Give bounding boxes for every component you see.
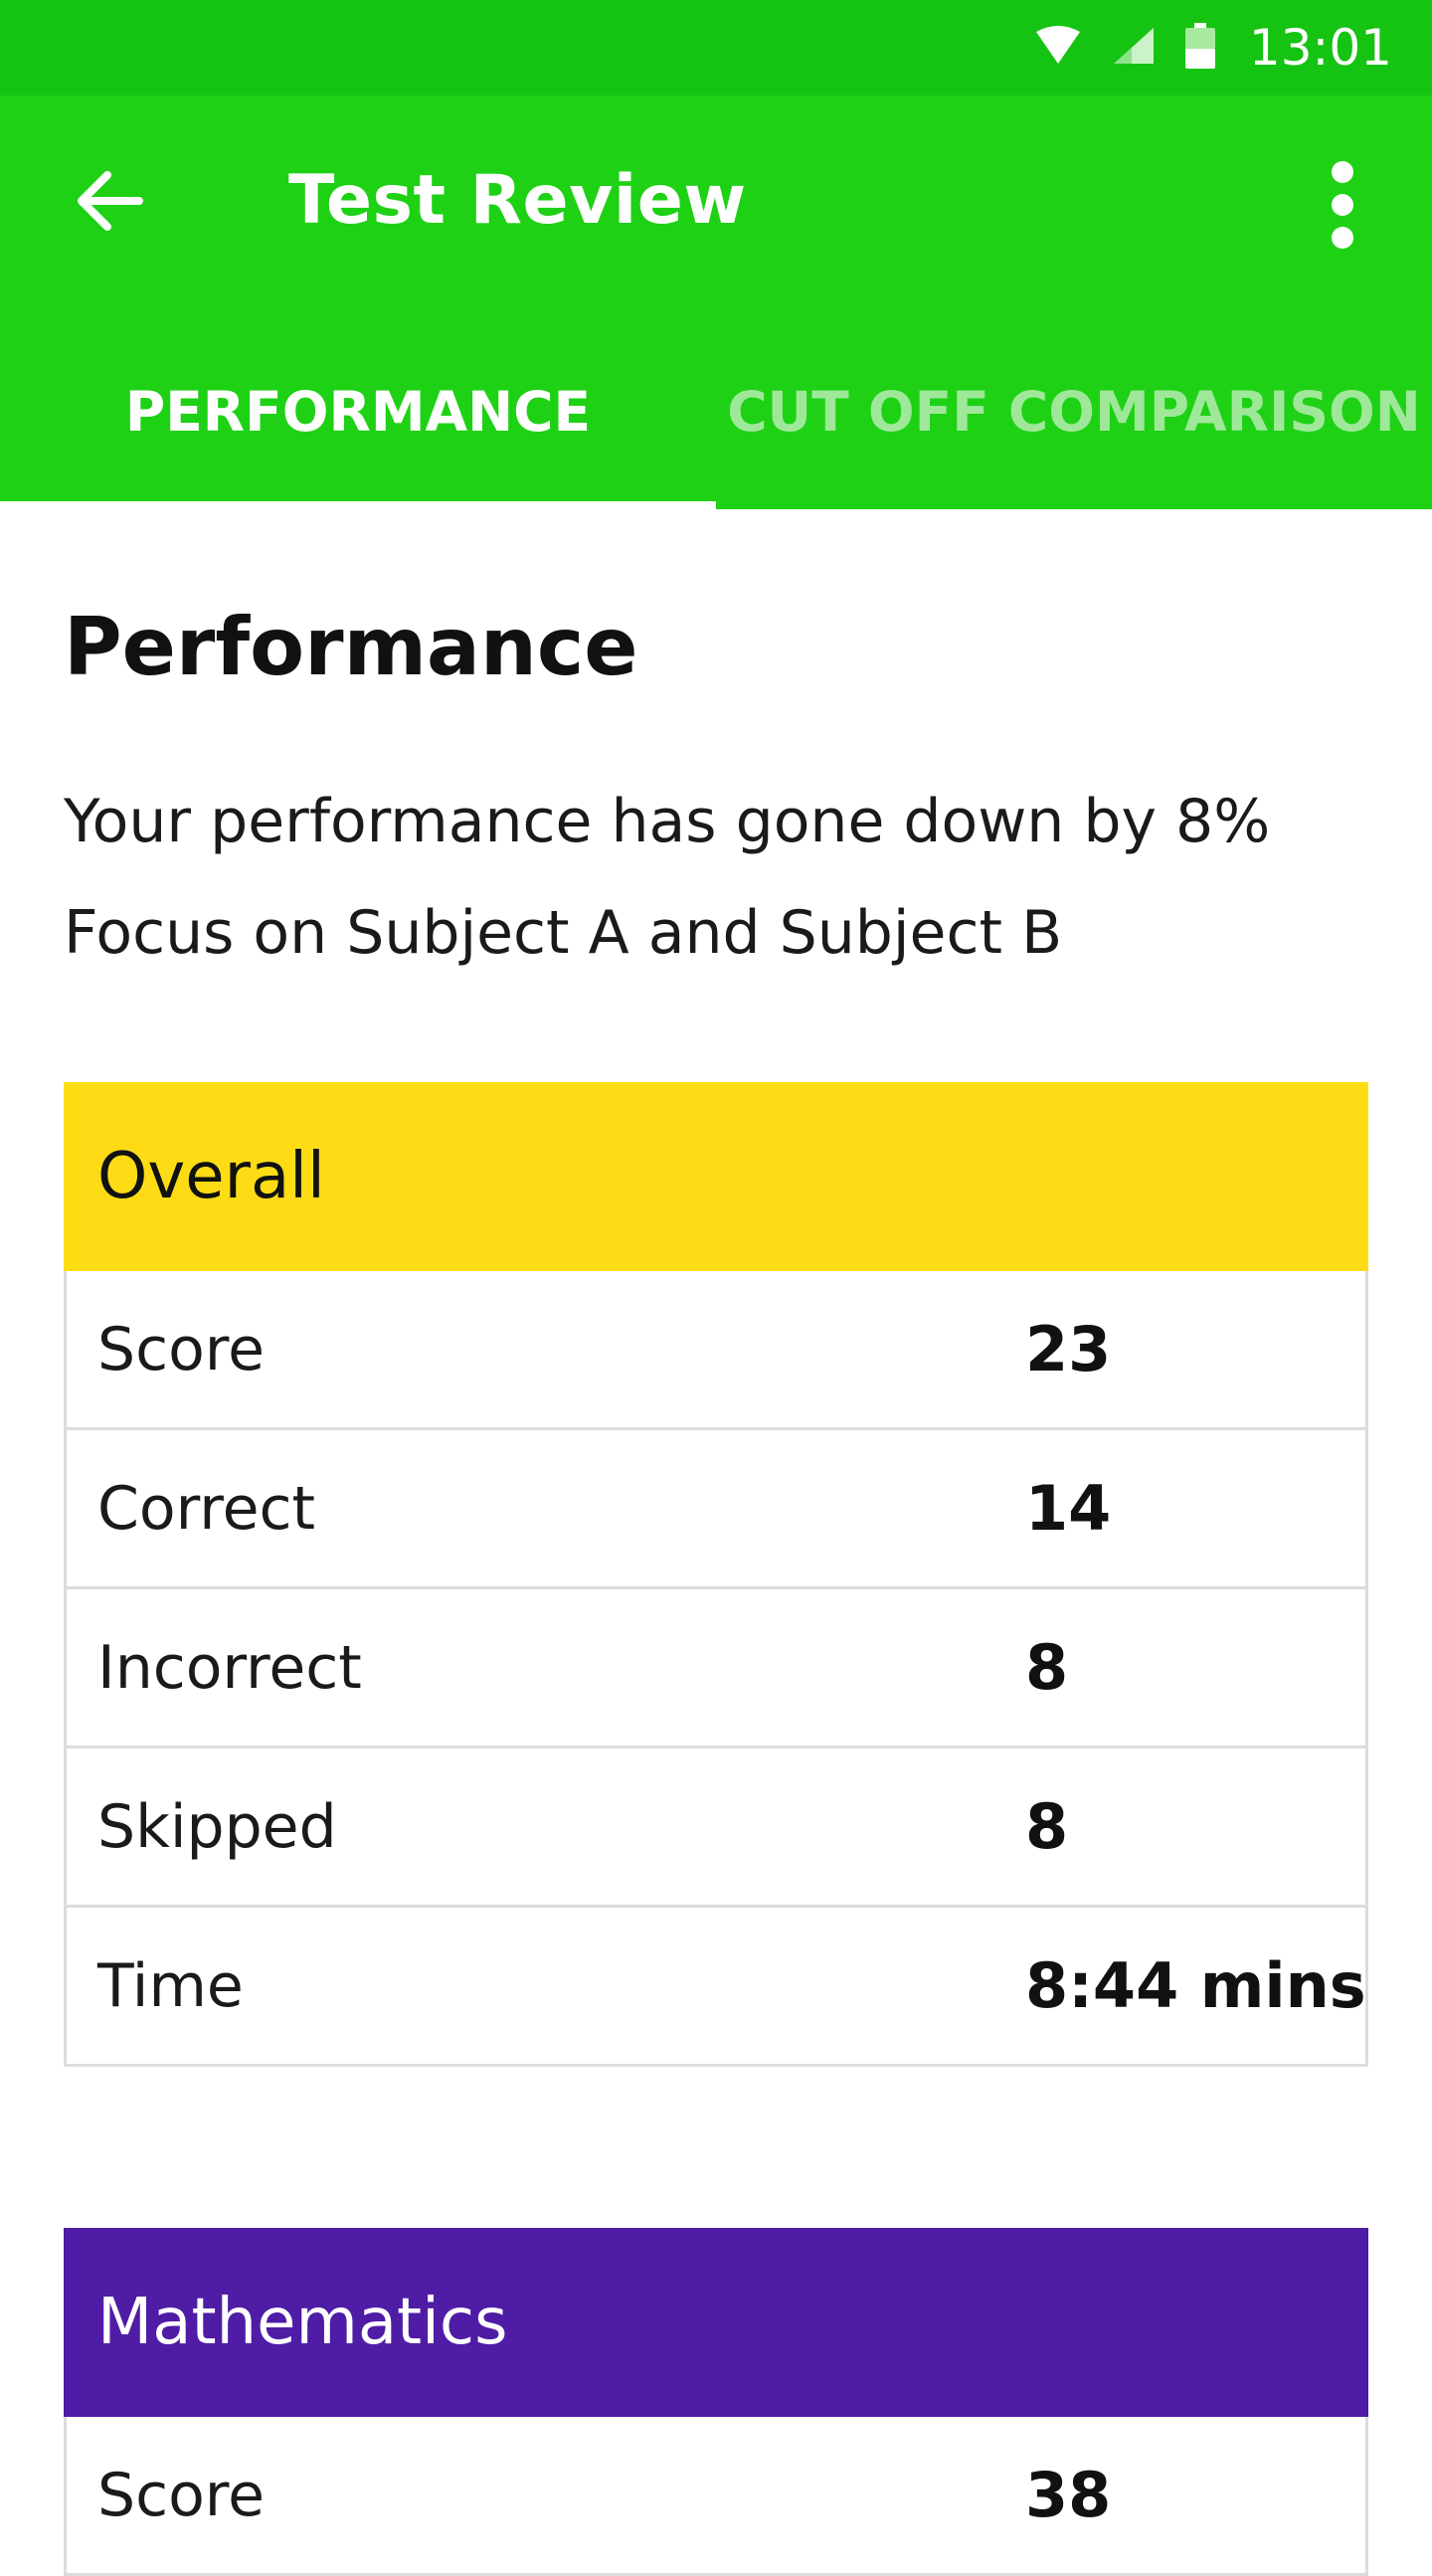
wifi-icon <box>1034 25 1082 71</box>
status-bar: 13:01 <box>0 0 1432 95</box>
app-title: Test Review <box>288 161 747 240</box>
status-icons: 13:01 <box>1004 0 1392 95</box>
row-value-time: 8:44 mins <box>1025 1949 1366 2022</box>
battery-icon <box>1184 22 1215 74</box>
back-button[interactable] <box>60 151 159 251</box>
tab-indicator <box>0 501 716 509</box>
summary-line: Focus on Subject A and Subject B <box>64 898 1063 968</box>
tab-performance[interactable]: PERFORMANCE <box>0 314 716 509</box>
row-value-skipped: 8 <box>1025 1790 1069 1863</box>
row-value-incorrect: 8 <box>1025 1631 1069 1704</box>
tab-bar: PERFORMANCE CUT OFF COMPARISON <box>0 314 1432 509</box>
mathematics-card: Mathematics Score 38 <box>64 2228 1368 2576</box>
table-row: Score 23 <box>64 1271 1368 1430</box>
table-row: Time 8:44 mins <box>64 1908 1368 2067</box>
more-options-button[interactable] <box>1293 155 1392 255</box>
table-row: Skipped 8 <box>64 1748 1368 1908</box>
row-label-time: Time <box>97 1950 244 2021</box>
row-value-correct: 14 <box>1025 1472 1112 1545</box>
table-row: Correct 14 <box>64 1430 1368 1589</box>
app-bar: Test Review <box>0 95 1432 314</box>
row-value-score: 38 <box>1025 2459 1112 2531</box>
summary-line: Your performance has gone down by 8% <box>64 787 1271 856</box>
row-label-incorrect: Incorrect <box>97 1632 362 1703</box>
row-value-score: 23 <box>1025 1313 1112 1385</box>
row-label-score: Score <box>97 2460 266 2530</box>
card-header-mathematics: Mathematics <box>64 2228 1368 2417</box>
row-label-skipped: Skipped <box>97 1791 337 1862</box>
status-time: 13:01 <box>1248 19 1392 77</box>
performance-summary: Your performance has gone down by 8% Foc… <box>64 766 1270 989</box>
overall-card: Overall Score 23 Correct 14 Incorrect 8 … <box>64 1082 1368 2067</box>
card-header-overall: Overall <box>64 1082 1368 1271</box>
table-row: Score 38 <box>64 2417 1368 2576</box>
section-title: Performance <box>64 601 638 693</box>
arrow-back-icon <box>78 171 143 231</box>
row-label-correct: Correct <box>97 1473 315 1544</box>
row-label-score: Score <box>97 1314 266 1384</box>
more-vert-icon <box>1332 161 1353 249</box>
table-row: Incorrect 8 <box>64 1589 1368 1748</box>
cell-signal-icon <box>1112 26 1156 71</box>
tab-cut-off-comparison[interactable]: CUT OFF COMPARISON <box>716 314 1432 509</box>
